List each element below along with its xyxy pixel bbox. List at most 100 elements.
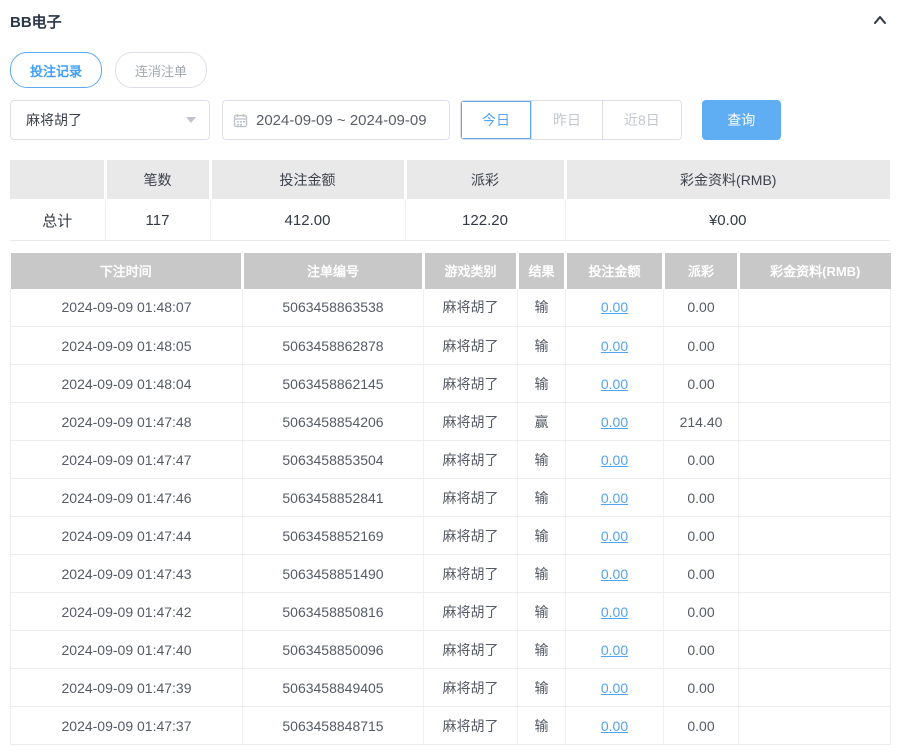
- summary-header-bonus: 彩金资料(RMB): [563, 160, 890, 201]
- summary-total-payout: 122.20: [404, 200, 565, 241]
- bet-amount-link[interactable]: 0.00: [601, 414, 628, 430]
- date-range-value: 2024-09-09 ~ 2024-09-09: [256, 111, 427, 129]
- cell-bet-amount: 0.00: [565, 630, 664, 669]
- date-range-input[interactable]: 2024-09-09 ~ 2024-09-09: [222, 100, 450, 140]
- cell-bet-amount: 0.00: [565, 516, 664, 555]
- cell-payout: 0.00: [663, 630, 739, 669]
- cell-bonus: [738, 364, 891, 403]
- bet-records-panel: BB电子 投注记录 连消注单 麻将胡了 2024-09-09 ~ 2024-09…: [0, 0, 901, 755]
- collapse-panel-button[interactable]: [869, 10, 891, 32]
- summary-header-row: 笔数 投注金额 派彩 彩金资料(RMB): [10, 160, 890, 201]
- table-row: 2024-09-09 01:47:43 5063458851490 麻将胡了 输…: [10, 554, 891, 593]
- cell-bet-time: 2024-09-09 01:47:40: [10, 630, 243, 669]
- cell-game-type: 麻将胡了: [423, 516, 518, 555]
- cell-payout: 0.00: [663, 364, 739, 403]
- bet-amount-link[interactable]: 0.00: [601, 604, 628, 620]
- cell-bet-time: 2024-09-09 01:48:05: [10, 326, 243, 365]
- records-table: 下注时间 注单编号 游戏类别 结果 投注金额 派彩 彩金资料(RMB) 2024…: [10, 252, 891, 745]
- table-row: 2024-09-09 01:47:42 5063458850816 麻将胡了 输…: [10, 592, 891, 631]
- tab-cancelled-bets[interactable]: 连消注单: [115, 52, 208, 88]
- cell-bet-amount: 0.00: [565, 288, 664, 327]
- cell-bonus: [738, 288, 891, 327]
- cell-result: 输: [517, 706, 566, 745]
- records-header-bet-amount: 投注金额: [564, 252, 664, 289]
- cell-bet-number: 5063458851490: [242, 554, 424, 593]
- cell-result: 输: [517, 554, 566, 593]
- cell-bonus: [738, 706, 891, 745]
- table-row: 2024-09-09 01:48:05 5063458862878 麻将胡了 输…: [10, 326, 891, 365]
- bet-amount-link[interactable]: 0.00: [601, 376, 628, 392]
- cell-payout: 0.00: [663, 554, 739, 593]
- cell-bet-number: 5063458862145: [242, 364, 424, 403]
- cell-bet-number: 5063458850816: [242, 592, 424, 631]
- cell-bonus: [738, 440, 891, 479]
- cell-result: 输: [517, 592, 566, 631]
- cell-bet-amount: 0.00: [565, 668, 664, 707]
- summary-table: 笔数 投注金额 派彩 彩金资料(RMB) 总计 117 412.00 122.2…: [10, 160, 890, 241]
- summary-header-count: 笔数: [103, 160, 210, 201]
- quick-filter-group: 今日 昨日 近8日: [460, 100, 682, 140]
- cell-game-type: 麻将胡了: [423, 668, 518, 707]
- cell-bet-number: 5063458848715: [242, 706, 424, 745]
- cell-game-type: 麻将胡了: [423, 554, 518, 593]
- cell-bet-amount: 0.00: [565, 402, 664, 441]
- chevron-up-icon: [871, 11, 889, 32]
- query-button[interactable]: 查询: [701, 100, 781, 140]
- bet-amount-link[interactable]: 0.00: [601, 299, 628, 315]
- cell-result: 输: [517, 630, 566, 669]
- cell-result: 输: [517, 440, 566, 479]
- calendar-icon: [233, 113, 248, 128]
- table-row: 2024-09-09 01:47:44 5063458852169 麻将胡了 输…: [10, 516, 891, 555]
- cell-bonus: [738, 668, 891, 707]
- bet-amount-link[interactable]: 0.00: [601, 642, 628, 658]
- bet-amount-link[interactable]: 0.00: [601, 452, 628, 468]
- cell-bet-time: 2024-09-09 01:47:42: [10, 592, 243, 631]
- cell-payout: 0.00: [663, 478, 739, 517]
- table-row: 2024-09-09 01:47:37 5063458848715 麻将胡了 输…: [10, 706, 891, 745]
- cell-bet-time: 2024-09-09 01:48:04: [10, 364, 243, 403]
- cell-bet-time: 2024-09-09 01:47:44: [10, 516, 243, 555]
- cell-bet-number: 5063458853504: [242, 440, 424, 479]
- records-header-bet-number: 注单编号: [241, 252, 424, 289]
- cell-bonus: [738, 402, 891, 441]
- cell-bonus: [738, 478, 891, 517]
- cell-bet-amount: 0.00: [565, 592, 664, 631]
- quick-filter-today[interactable]: 今日: [461, 101, 532, 139]
- cell-payout: 0.00: [663, 668, 739, 707]
- cell-payout: 0.00: [663, 592, 739, 631]
- quick-filter-last8days[interactable]: 近8日: [603, 101, 681, 139]
- bet-amount-link[interactable]: 0.00: [601, 338, 628, 354]
- game-select[interactable]: 麻将胡了: [10, 100, 210, 140]
- page-title: BB电子: [10, 13, 62, 31]
- summary-total-row: 总计 117 412.00 122.20 ¥0.00: [10, 200, 890, 241]
- cell-payout: 214.40: [663, 402, 739, 441]
- table-row: 2024-09-09 01:47:40 5063458850096 麻将胡了 输…: [10, 630, 891, 669]
- summary-total-bonus: ¥0.00: [564, 200, 890, 241]
- cell-result: 输: [517, 478, 566, 517]
- cell-game-type: 麻将胡了: [423, 706, 518, 745]
- cell-game-type: 麻将胡了: [423, 402, 518, 441]
- records-header-payout: 派彩: [662, 252, 739, 289]
- bet-amount-link[interactable]: 0.00: [601, 680, 628, 696]
- records-tbody: 2024-09-09 01:48:07 5063458863538 麻将胡了 输…: [10, 288, 891, 745]
- bet-amount-link[interactable]: 0.00: [601, 566, 628, 582]
- cell-bonus: [738, 554, 891, 593]
- bet-amount-link[interactable]: 0.00: [601, 718, 628, 734]
- bet-amount-link[interactable]: 0.00: [601, 490, 628, 506]
- cell-bet-amount: 0.00: [565, 326, 664, 365]
- records-header-bet-time: 下注时间: [10, 252, 243, 289]
- records-header-row: 下注时间 注单编号 游戏类别 结果 投注金额 派彩 彩金资料(RMB): [10, 252, 891, 289]
- game-select-value: 麻将胡了: [26, 112, 82, 128]
- cell-result: 输: [517, 326, 566, 365]
- cell-bet-number: 5063458863538: [242, 288, 424, 327]
- table-row: 2024-09-09 01:47:47 5063458853504 麻将胡了 输…: [10, 440, 891, 479]
- cell-result: 输: [517, 288, 566, 327]
- records-header-game-type: 游戏类别: [422, 252, 518, 289]
- records-header-bonus: 彩金资料(RMB): [737, 252, 891, 289]
- cell-result: 输: [517, 668, 566, 707]
- quick-filter-yesterday[interactable]: 昨日: [532, 101, 603, 139]
- table-row: 2024-09-09 01:47:39 5063458849405 麻将胡了 输…: [10, 668, 891, 707]
- bet-amount-link[interactable]: 0.00: [601, 528, 628, 544]
- tab-bet-records[interactable]: 投注记录: [10, 52, 103, 88]
- chevron-down-icon: [186, 117, 196, 123]
